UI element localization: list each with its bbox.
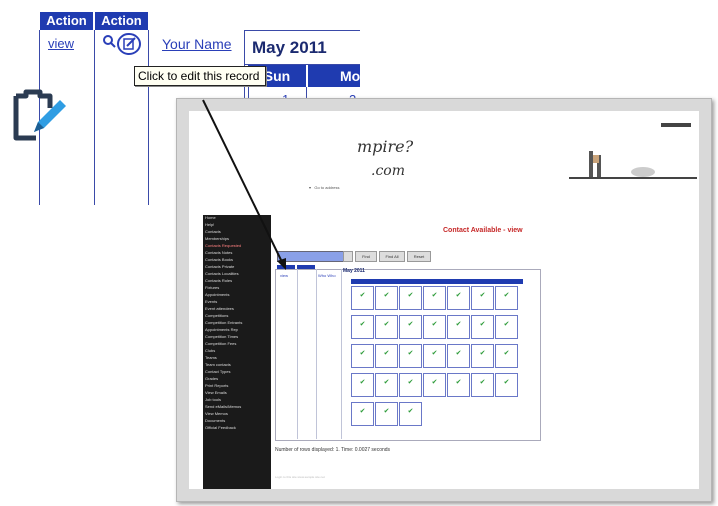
search-select[interactable] xyxy=(277,251,345,262)
mini-month-title: May 2011 xyxy=(343,268,365,274)
sidebar-item[interactable]: Team contacts xyxy=(205,362,271,368)
calendar-day-cell: ✔ xyxy=(447,373,470,397)
calendar-day-cell: ✔ xyxy=(399,315,422,339)
action-header-2: Action xyxy=(95,12,148,30)
sidebar-item[interactable]: Contacts xyxy=(205,229,271,235)
month-title: May 2011 xyxy=(252,38,327,57)
sidebar-item[interactable]: Print Reports xyxy=(205,383,271,389)
calendar-day-cell: ✔ xyxy=(399,373,422,397)
sidebar-item[interactable]: Contacts Localities xyxy=(205,271,271,277)
calendar-day-cell: ✔ xyxy=(375,373,398,397)
action-header-1: Action xyxy=(40,12,93,30)
sidebar-item[interactable]: Memberships xyxy=(205,236,271,242)
day-header-mon: Mo xyxy=(308,65,360,87)
calendar-day-cell: ✔ xyxy=(423,286,446,310)
sidebar-item[interactable]: Appointments Rep xyxy=(205,327,271,333)
calendar-day-cell: ✔ xyxy=(375,344,398,368)
application-screenshot: mpire? .com ▾ Go to address Home Help! Con… xyxy=(176,98,712,502)
mini-view-link[interactable]: view xyxy=(280,273,288,278)
sidebar-item[interactable]: Fixtures xyxy=(205,285,271,291)
calendar-day-cell: ✔ xyxy=(375,286,398,310)
grid-line xyxy=(316,269,317,439)
sidebar-item[interactable]: Documents xyxy=(205,418,271,424)
calendar-day-cell: ✔ xyxy=(471,344,494,368)
sidebar-item[interactable]: Events xyxy=(205,299,271,305)
page-footer: Login to this site www.sample site.net xyxy=(275,475,325,479)
banner-toolbar: ▾ Go to address xyxy=(309,185,340,190)
reset-button[interactable]: Reset xyxy=(407,251,431,262)
edit-tooltip: Click to edit this record xyxy=(134,66,266,86)
your-name-link[interactable]: Your Name xyxy=(162,36,232,52)
calendar-day-cell: ✔ xyxy=(447,315,470,339)
calendar-day-cell: ✔ xyxy=(423,344,446,368)
calendar-day-cell: ✔ xyxy=(471,286,494,310)
edit-record-icon[interactable] xyxy=(101,32,143,58)
sidebar-item[interactable]: Official Feedback xyxy=(205,425,271,431)
grid-line xyxy=(297,269,298,439)
calendar-day-cell: ✔ xyxy=(375,402,398,426)
calendar-day-cell: ✔ xyxy=(399,286,422,310)
mini-calendar-header xyxy=(351,279,523,284)
view-link[interactable]: view xyxy=(48,36,74,51)
sidebar-item[interactable]: Contacts Private xyxy=(205,264,271,270)
sidebar-item[interactable]: Contacts Books xyxy=(205,257,271,263)
sidebar-item[interactable]: Competition Times xyxy=(205,334,271,340)
find-all-button[interactable]: Find All xyxy=(379,251,405,262)
find-button[interactable]: Find xyxy=(355,251,377,262)
grid-line xyxy=(94,30,95,205)
calendar-day-cell: ✔ xyxy=(351,373,374,397)
calendar-day-cell: ✔ xyxy=(471,373,494,397)
calendar-day-cell: ✔ xyxy=(375,315,398,339)
sidebar-item[interactable]: Contact Types xyxy=(205,369,271,375)
calendar-day-cell: ✔ xyxy=(495,344,518,368)
grid-line xyxy=(244,30,360,31)
banner-graphic xyxy=(569,123,697,179)
sidebar-item[interactable]: Appointments xyxy=(205,292,271,298)
calendar-day-cell: ✔ xyxy=(399,402,422,426)
calendar-day-cell: ✔ xyxy=(351,286,374,310)
sidebar-item[interactable]: View Memos xyxy=(205,411,271,417)
calendar-day-cell: ✔ xyxy=(495,373,518,397)
sidebar-item[interactable]: Contacts Requested xyxy=(205,243,271,249)
calendar-day-cell: ✔ xyxy=(423,315,446,339)
sidebar-item[interactable]: Competition Fees xyxy=(205,341,271,347)
sidebar-item[interactable]: Contacts Roles xyxy=(205,278,271,284)
grid-line xyxy=(341,269,342,439)
sidebar-item[interactable]: Home xyxy=(205,215,271,221)
banner-text: .com xyxy=(371,163,405,179)
sidebar-item[interactable]: Help! xyxy=(205,222,271,228)
sidebar-item[interactable]: Send eMails/Memos xyxy=(205,404,271,410)
calendar-day-cell: ✔ xyxy=(351,315,374,339)
records-count: Number of rows displayed: 1. Time: 0.002… xyxy=(275,447,391,453)
sidebar-item[interactable]: Clubs xyxy=(205,348,271,354)
sidebar-item[interactable]: Event attendees xyxy=(205,306,271,312)
calendar-day-cell: ✔ xyxy=(471,315,494,339)
mini-calendar: ✔ ✔ ✔ ✔ ✔ ✔ ✔ ✔ ✔ ✔ ✔ ✔ ✔ ✔ ✔ ✔ ✔ ✔ ✔ ✔ ✔ ✔ ✔ ✔ ✔ ✔ ✔ ✔ ✔ ✔ ✔ xyxy=(351,279,523,433)
mini-name-link[interactable]: Who Who xyxy=(318,273,336,278)
sidebar-item[interactable]: Teams xyxy=(205,355,271,361)
calendar-day-cell: ✔ xyxy=(399,344,422,368)
sidebar-item[interactable]: View Emails xyxy=(205,390,271,396)
sidebar-item[interactable]: Grades xyxy=(205,376,271,382)
sidebar-nav: Home Help! Contacts Memberships Contacts Req… xyxy=(203,215,271,489)
calendar-day-cell: ✔ xyxy=(351,402,374,426)
sidebar-item[interactable]: Competition Entrants xyxy=(205,320,271,326)
sidebar-item[interactable]: Competitions xyxy=(205,313,271,319)
grid-line xyxy=(148,30,149,205)
calendar-day-cell: ✔ xyxy=(495,315,518,339)
calendar-day-cell: ✔ xyxy=(495,286,518,310)
banner-text: mpire? xyxy=(357,137,414,156)
edit-document-icon xyxy=(13,89,66,141)
calendar-day-cell: ✔ xyxy=(447,286,470,310)
calendar-day-cell: ✔ xyxy=(351,344,374,368)
sidebar-item[interactable]: Contacts Notes xyxy=(205,250,271,256)
calendar-day-cell: ✔ xyxy=(423,373,446,397)
sidebar-item[interactable]: Job tools xyxy=(205,397,271,403)
page-title: Contact Available - view xyxy=(443,227,523,234)
select-dropdown-button[interactable] xyxy=(343,251,353,262)
screenshot-page: mpire? .com ▾ Go to address Home Help! Con… xyxy=(189,111,699,489)
calendar-day-cell: ✔ xyxy=(447,344,470,368)
